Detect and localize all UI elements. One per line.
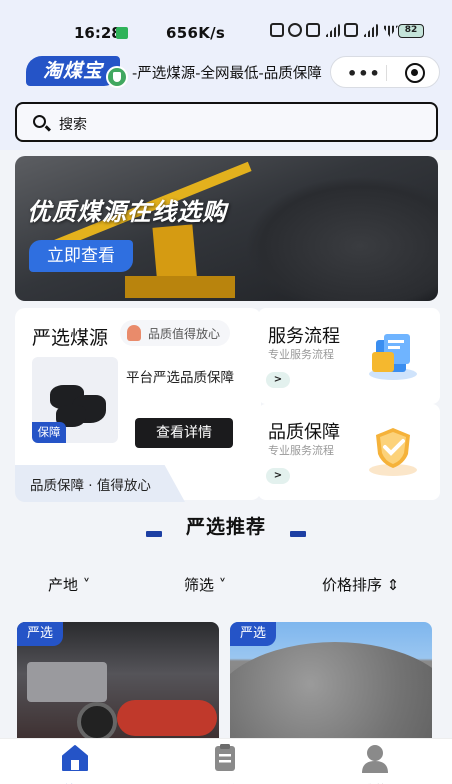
strict-select-tag: 严选 [17, 622, 63, 646]
guarantee-tag: 保障 [32, 422, 66, 443]
banner-background [245, 176, 438, 301]
status-time: 16:28 [74, 24, 122, 42]
search-input[interactable]: 搜索 [15, 102, 438, 142]
home-icon [62, 745, 88, 771]
capsule-divider [386, 65, 387, 81]
status-bar: 16:28 656K/s 82 [0, 0, 452, 52]
view-details-button[interactable]: 查看详情 [135, 418, 233, 448]
product-card[interactable]: 严选 [17, 622, 219, 752]
banner-crane-base [125, 276, 235, 298]
battery-icon: 82 [398, 24, 424, 38]
search-placeholder: 搜索 [59, 117, 87, 133]
message-indicator-icon [116, 27, 128, 39]
hd-icon [306, 23, 320, 37]
strict-select-tag: 严选 [230, 622, 276, 646]
filter-bar: 产地 ˅ 筛选 ˅ 价格排序 ⇕ [0, 560, 452, 610]
banner-title: 优质煤源在线选购 [27, 198, 227, 226]
signal-icon [362, 23, 378, 37]
product-card[interactable]: 严选 [230, 622, 432, 752]
quality-badge: 品质值得放心 [120, 320, 230, 346]
more-icon[interactable]: ••• [347, 64, 381, 83]
nfc-icon [270, 23, 284, 37]
page-title: -严选煤源-全网最低-品质保障 [132, 66, 322, 82]
section-title: 严选推荐 [185, 516, 266, 538]
heading-dash [290, 531, 306, 537]
order-icon [215, 744, 235, 771]
view-now-button[interactable]: 立即查看 [29, 240, 133, 272]
mini-program-capsule: ••• [330, 56, 440, 88]
service-process-card[interactable]: 服务流程 专业服务流程 > [258, 308, 440, 404]
document-folder-icon [369, 334, 417, 380]
network-speed: 656K/s [166, 24, 226, 42]
quality-guarantee-card[interactable]: 品质保障 专业服务流程 > [258, 404, 440, 500]
hd-icon [344, 23, 358, 37]
nav-bar: 淘煤宝 -严选煤源-全网最低-品质保障 ••• [0, 52, 452, 96]
filter-origin[interactable]: 产地 ˅ [48, 574, 90, 595]
card-subtitle: 专业服务流程 [268, 444, 334, 457]
arrow-icon[interactable]: > [266, 372, 290, 388]
card-title: 品质保障 [268, 422, 340, 443]
shield-check-icon [369, 428, 417, 476]
card-footer-text: 品质保障 · 值得放心 [30, 478, 151, 494]
promo-banner[interactable]: 优质煤源在线选购 立即查看 [15, 156, 438, 301]
system-icons [270, 23, 398, 37]
close-target-icon[interactable] [405, 63, 425, 83]
user-icon [362, 745, 388, 773]
machinery-wheel [77, 702, 117, 742]
signal-icon [324, 23, 340, 37]
search-icon [33, 115, 46, 128]
shield-icon [106, 66, 128, 88]
card-description: 平台严选品质保障 [126, 370, 234, 386]
tab-orders[interactable]: 订单 [180, 743, 270, 784]
tab-home[interactable]: 首页 [30, 743, 120, 784]
wifi-icon [382, 25, 398, 37]
arrow-icon[interactable]: > [266, 468, 290, 484]
card-title: 严选煤源 [32, 327, 109, 349]
avatar-icon [127, 325, 141, 341]
coal-pile-photo [230, 642, 432, 752]
filter-price-sort[interactable]: 价格排序 ⇕ [322, 574, 399, 595]
machinery-roller [117, 700, 217, 736]
bottom-tab-bar: 首页 订单 我的 [0, 738, 452, 784]
machinery-photo [27, 662, 107, 702]
alarm-icon [288, 23, 302, 37]
app-logo: 淘煤宝 [26, 56, 120, 86]
tab-profile[interactable]: 我的 [330, 743, 420, 784]
badge-text: 品质值得放心 [148, 327, 221, 341]
card-title: 服务流程 [268, 326, 340, 347]
card-subtitle: 专业服务流程 [268, 348, 334, 361]
filter-screen[interactable]: 筛选 ˅ [184, 574, 226, 595]
